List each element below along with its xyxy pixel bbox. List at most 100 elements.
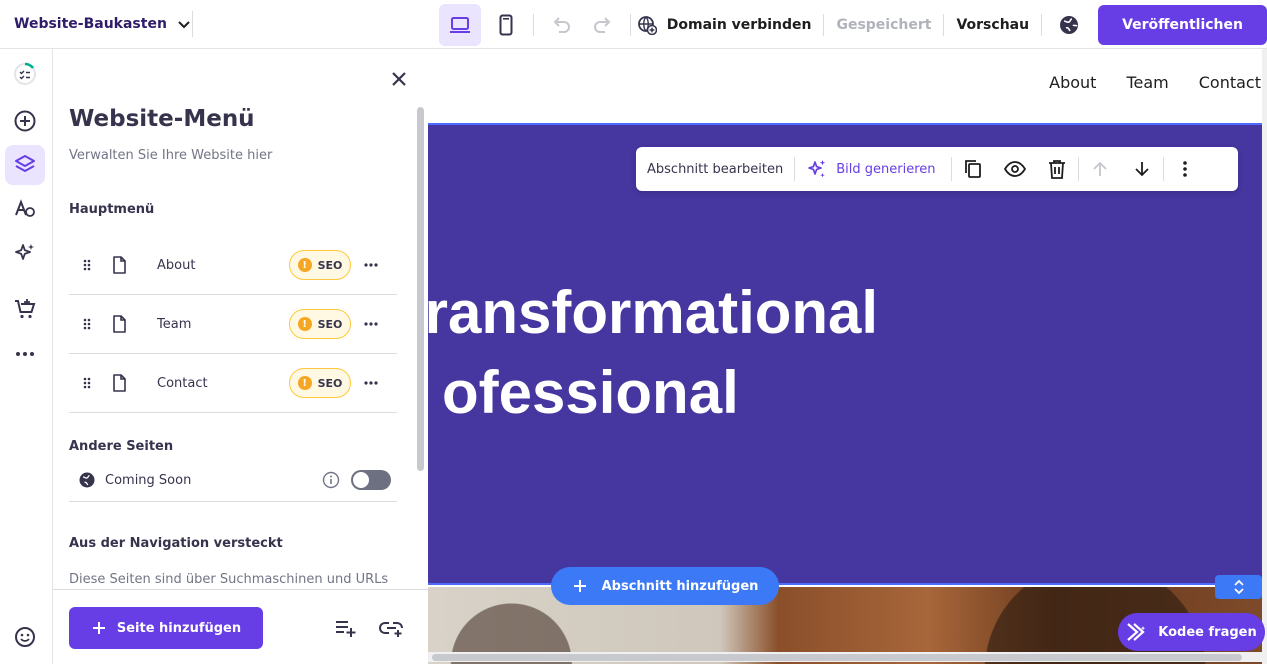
plus-icon bbox=[573, 580, 586, 592]
seo-badge-label: SEO bbox=[317, 258, 343, 272]
desktop-view-button[interactable] bbox=[438, 3, 481, 46]
page-row-team[interactable]: Team ! SEO bbox=[69, 295, 397, 354]
playlist-add-icon bbox=[336, 621, 356, 637]
site-canvas: About Team Contact transformational ofes… bbox=[428, 49, 1267, 664]
hide-section-button[interactable] bbox=[994, 161, 1036, 177]
section-resize-handle[interactable] bbox=[1215, 575, 1262, 599]
redo-button[interactable] bbox=[582, 4, 624, 46]
more-vertical-icon bbox=[1182, 161, 1187, 177]
page-options-button[interactable] bbox=[351, 262, 391, 268]
ask-kodee-button[interactable]: Kodee fragen bbox=[1118, 613, 1265, 651]
seo-badge[interactable]: ! SEO bbox=[289, 250, 351, 280]
more-button[interactable] bbox=[5, 334, 45, 374]
left-rail bbox=[0, 49, 53, 664]
divider bbox=[943, 13, 945, 36]
globe-plus-icon bbox=[637, 15, 657, 35]
styles-button[interactable] bbox=[5, 189, 45, 229]
warning-icon: ! bbox=[297, 376, 312, 390]
site-switcher[interactable]: Website-Baukasten bbox=[0, 11, 193, 37]
add-external-link-button[interactable] bbox=[379, 617, 403, 639]
connect-domain-button[interactable]: Domain verbinden bbox=[637, 15, 818, 35]
other-pages-heading: Andere Seiten bbox=[69, 439, 174, 454]
close-panel-button[interactable] bbox=[387, 67, 411, 91]
panel-scrollbar[interactable] bbox=[417, 107, 424, 471]
generate-image-label: Bild generieren bbox=[836, 161, 936, 177]
connect-domain-label: Domain verbinden bbox=[666, 16, 812, 33]
store-button[interactable] bbox=[5, 289, 45, 329]
page-options-button[interactable] bbox=[351, 380, 391, 386]
link-plus-icon bbox=[379, 622, 403, 637]
add-section-label: Abschnitt hinzufügen bbox=[601, 578, 759, 594]
mobile-view-button[interactable] bbox=[485, 4, 527, 46]
more-horizontal-icon bbox=[364, 322, 378, 326]
page-row-contact[interactable]: Contact ! SEO bbox=[69, 354, 397, 413]
help-button[interactable] bbox=[5, 617, 45, 657]
generate-image-button[interactable]: Bild generieren bbox=[795, 158, 946, 180]
page-name: Contact bbox=[157, 375, 208, 391]
page-name: Coming Soon bbox=[105, 472, 192, 488]
smiley-icon bbox=[15, 627, 35, 647]
close-icon bbox=[392, 72, 406, 86]
language-button[interactable] bbox=[1048, 4, 1090, 46]
chevron-down-icon bbox=[178, 21, 190, 29]
undo-button[interactable] bbox=[540, 4, 582, 46]
add-page-button[interactable]: Seite hinzufügen bbox=[69, 607, 263, 649]
horizontal-scrollbar[interactable] bbox=[432, 654, 1242, 661]
sparkles-icon bbox=[15, 244, 34, 260]
add-section-button[interactable]: Abschnitt hinzufügen bbox=[551, 567, 779, 605]
page-name: About bbox=[157, 257, 196, 273]
seo-badge[interactable]: ! SEO bbox=[289, 368, 351, 398]
hero-heading[interactable]: transformational ofessional bbox=[428, 273, 878, 433]
arrow-down-icon bbox=[1134, 162, 1149, 177]
kodee-icon bbox=[1127, 623, 1146, 641]
checklist-button[interactable] bbox=[5, 54, 45, 94]
palette-text-icon bbox=[15, 199, 35, 217]
publish-button[interactable]: Veröffentlichen bbox=[1098, 4, 1267, 45]
coming-soon-toggle[interactable] bbox=[351, 470, 391, 490]
vertical-scrollbar-track[interactable] bbox=[1262, 49, 1267, 664]
seo-badge-label: SEO bbox=[317, 376, 343, 390]
add-page-label: Seite hinzufügen bbox=[116, 620, 242, 636]
section-more-button[interactable] bbox=[1164, 160, 1206, 178]
hidden-pages-heading: Aus der Navigation versteckt bbox=[69, 536, 283, 551]
page-options-button[interactable] bbox=[351, 321, 391, 327]
more-horizontal-icon bbox=[16, 352, 34, 356]
info-icon[interactable] bbox=[311, 471, 351, 489]
site-nav-item[interactable]: Team bbox=[1126, 73, 1168, 92]
warning-icon: ! bbox=[297, 317, 312, 331]
pages-button[interactable] bbox=[5, 145, 45, 185]
move-down-button[interactable] bbox=[1121, 160, 1163, 178]
drag-handle-icon[interactable] bbox=[69, 376, 105, 390]
divider bbox=[532, 13, 534, 36]
hero-section[interactable]: transformational ofessional bbox=[428, 123, 1262, 585]
top-bar: Website-Baukasten Domain verbinden Gespe… bbox=[0, 0, 1267, 49]
more-horizontal-icon bbox=[364, 263, 378, 267]
delete-section-button[interactable] bbox=[1036, 159, 1078, 179]
hero-heading-line: transformational bbox=[428, 279, 879, 346]
add-link-list-button[interactable] bbox=[333, 617, 357, 639]
panel-title: Website-Menü bbox=[69, 106, 255, 132]
laptop-icon bbox=[449, 16, 470, 33]
page-row-coming-soon[interactable]: Coming Soon bbox=[69, 459, 397, 502]
page-row-about[interactable]: About ! SEO bbox=[69, 236, 397, 295]
checklist-progress-icon bbox=[14, 62, 36, 85]
add-element-button[interactable] bbox=[5, 101, 45, 141]
site-nav-item[interactable]: About bbox=[1049, 73, 1096, 92]
website-menu-panel: Website-Menü Verwalten Sie Ihre Website … bbox=[53, 49, 428, 664]
drag-handle-icon[interactable] bbox=[69, 317, 105, 331]
drag-handle-icon[interactable] bbox=[69, 258, 105, 272]
move-up-button[interactable] bbox=[1079, 160, 1121, 178]
panel-subtitle: Verwalten Sie Ihre Website hier bbox=[69, 148, 273, 163]
panel-footer: Seite hinzufügen bbox=[53, 589, 428, 664]
seo-badge[interactable]: ! SEO bbox=[289, 309, 351, 339]
edit-section-button[interactable]: Abschnitt bearbeiten bbox=[636, 162, 794, 177]
globe-icon bbox=[69, 471, 105, 489]
preview-button[interactable]: Vorschau bbox=[950, 17, 1035, 33]
warning-icon: ! bbox=[297, 258, 312, 272]
site-nav-item[interactable]: Contact bbox=[1199, 73, 1261, 92]
duplicate-section-button[interactable] bbox=[952, 159, 994, 179]
more-horizontal-icon bbox=[364, 381, 378, 385]
ai-tools-button[interactable] bbox=[5, 233, 45, 273]
page-name: Team bbox=[157, 316, 192, 332]
phone-icon bbox=[499, 14, 513, 35]
